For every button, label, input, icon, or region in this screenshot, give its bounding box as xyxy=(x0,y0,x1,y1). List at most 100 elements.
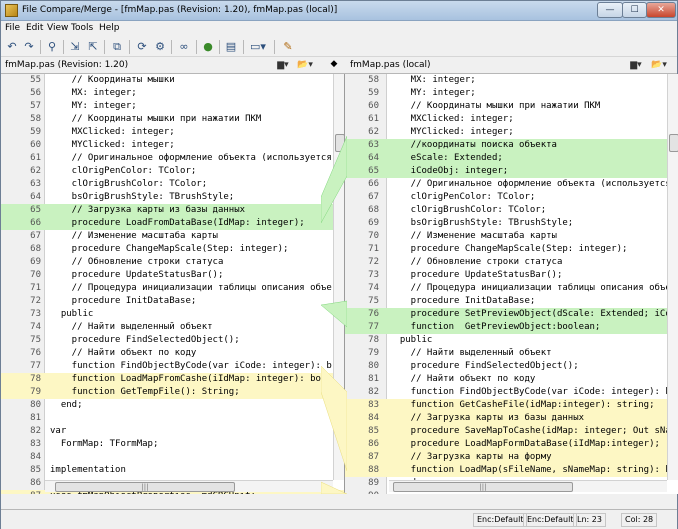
code-line[interactable]: 60 // Координаты мышки при нажатии ПКМ xyxy=(345,100,678,113)
left-save-dropdown[interactable]: ▆▾ xyxy=(273,59,293,71)
code-line[interactable]: 69 // Обновление строки статуса xyxy=(1,256,344,269)
left-hscroll-thumb[interactable]: ||| xyxy=(55,482,235,492)
code-line[interactable]: 73 procedure UpdateStatusBar(); xyxy=(345,269,678,282)
document-icon[interactable]: ▤ xyxy=(223,39,239,55)
right-open-folder-icon[interactable]: 📂▾ xyxy=(649,59,669,71)
title-bar[interactable]: File Compare/Merge - [fmMap.pas (Revisio… xyxy=(1,1,677,21)
code-line[interactable]: 75 procedure FindSelectedObject(); xyxy=(1,334,344,347)
code-line[interactable]: 68 clOrigBrushColor: TColor; xyxy=(345,204,678,217)
find-icon[interactable]: ⚲ xyxy=(44,39,60,55)
code-line[interactable]: 70 procedure UpdateStatusBar(); xyxy=(1,269,344,282)
code-text: clOrigBrushColor: TColor; xyxy=(389,205,547,215)
right-code-pane[interactable]: 58 MX: integer; 59 MY: integer; 60 // Коор… xyxy=(345,74,678,494)
code-line[interactable]: 76 procedure SetPreviewObject(dScale: Ex… xyxy=(345,308,678,321)
code-line[interactable]: 59 MY: integer; xyxy=(345,87,678,100)
code-line[interactable]: 86 procedure LoadMapFormDataBase(iIdMap:… xyxy=(345,438,678,451)
code-line[interactable]: 85 implementation xyxy=(1,464,344,477)
code-line[interactable]: 56 MX: integer; xyxy=(1,87,344,100)
code-line[interactable]: 71 procedure ChangeMapScale(Step: intege… xyxy=(345,243,678,256)
prev-diff-icon[interactable]: ⇱ xyxy=(85,39,101,55)
merge-icon[interactable]: ● xyxy=(200,39,216,55)
menu-view[interactable]: View xyxy=(47,23,68,33)
edit-icon[interactable]: ✎ xyxy=(280,39,296,55)
options-icon[interactable]: ⚙ xyxy=(152,39,168,55)
code-line[interactable]: 72 // Обновление строки статуса xyxy=(345,256,678,269)
code-line[interactable]: 65 iCodeObj: integer; xyxy=(345,165,678,178)
right-hscroll-thumb[interactable]: ||| xyxy=(393,482,573,492)
code-line[interactable]: 79 function GetTempFile(): String; xyxy=(1,386,344,399)
left-code-pane[interactable]: 55 // Координаты мышки 56 MX: integer; 57 … xyxy=(1,74,345,494)
menu-edit[interactable]: Edit xyxy=(26,23,43,33)
menu-help[interactable]: Help xyxy=(99,23,120,33)
code-line[interactable]: 83 function GetCasheFile(idMap:integer):… xyxy=(345,399,678,412)
code-line[interactable]: 82 function FindObjectByCode(var iCode: … xyxy=(345,386,678,399)
right-scroll-thumb[interactable] xyxy=(669,134,678,152)
code-line[interactable]: 63 clOrigBrushColor: TColor; xyxy=(1,178,344,191)
swap-files-icon[interactable]: ◆ xyxy=(328,59,340,69)
code-line[interactable]: 69 bsOrigBrushStyle: TBrushStyle; xyxy=(345,217,678,230)
code-line[interactable]: 81 // Найти объект по коду xyxy=(345,373,678,386)
code-line[interactable]: 74 // Процедура инициализации таблицы оп… xyxy=(345,282,678,295)
code-line[interactable]: 88 function LoadMap(sFileName, sNameMap:… xyxy=(345,464,678,477)
left-open-folder-icon[interactable]: 📂▾ xyxy=(295,59,315,71)
code-line[interactable]: 80 procedure FindSelectedObject(); xyxy=(345,360,678,373)
next-diff-icon[interactable]: ⇲ xyxy=(67,39,83,55)
code-line[interactable]: 87 // Загрузка карты на форму xyxy=(345,451,678,464)
code-line[interactable]: 82 var xyxy=(1,425,344,438)
code-line[interactable]: 58 // Координаты мышки при нажатии ПКМ xyxy=(1,113,344,126)
code-line[interactable]: 77 function FindObjectByCode(var iCode: … xyxy=(1,360,344,373)
code-text: function LoadMapFromCashe(iIdMap: intege… xyxy=(50,374,332,384)
close-button[interactable]: ✕ xyxy=(646,2,676,18)
refresh-icon[interactable]: ⟳ xyxy=(134,39,150,55)
code-line[interactable]: 62 clOrigPenColor: TColor; xyxy=(1,165,344,178)
code-line[interactable]: 62 MYClicked: integer; xyxy=(345,126,678,139)
code-line[interactable]: 74 // Найти выделенный объект xyxy=(1,321,344,334)
code-line[interactable]: 72 procedure InitDataBase; xyxy=(1,295,344,308)
code-line[interactable]: 76 // Найти объект по коду xyxy=(1,347,344,360)
minimize-button[interactable]: — xyxy=(597,2,623,18)
code-line[interactable]: 79 // Найти выделенный объект xyxy=(345,347,678,360)
code-line[interactable]: 55 // Координаты мышки xyxy=(1,74,344,87)
code-line[interactable]: 70 // Изменение масштаба карты xyxy=(345,230,678,243)
code-line[interactable]: 83 FormMap: TFormMap; xyxy=(1,438,344,451)
code-line[interactable]: 59 MXClicked: integer; xyxy=(1,126,344,139)
left-horizontal-scrollbar[interactable]: ||| xyxy=(45,480,333,492)
code-line[interactable]: 57 MY: integer; xyxy=(1,100,344,113)
view-mode-icon[interactable]: ▭▾ xyxy=(247,39,269,55)
undo-icon[interactable]: ↶ xyxy=(4,39,20,55)
right-horizontal-scrollbar[interactable]: ||| xyxy=(389,480,667,492)
code-line[interactable]: 78 function LoadMapFromCashe(iIdMap: int… xyxy=(1,373,344,386)
copy-icon[interactable]: ⧉ xyxy=(109,39,125,55)
code-line[interactable]: 85 procedure SaveMapToCashe(idMap: integ… xyxy=(345,425,678,438)
code-line[interactable]: 61 // Оригинальное оформление объекта (и… xyxy=(1,152,344,165)
code-line[interactable]: 68 procedure ChangeMapScale(Step: intege… xyxy=(1,243,344,256)
menu-file[interactable]: File xyxy=(5,23,20,33)
code-line[interactable]: 66 procedure LoadFromDataBase(IdMap: int… xyxy=(1,217,344,230)
code-line[interactable]: 75 procedure InitDataBase; xyxy=(345,295,678,308)
link-icon[interactable]: ∞ xyxy=(176,39,192,55)
code-line[interactable]: 63 //координаты поиска объекта xyxy=(345,139,678,152)
code-line[interactable]: 80 end; xyxy=(1,399,344,412)
code-line[interactable]: 81 xyxy=(1,412,344,425)
line-number: 84 xyxy=(30,452,41,462)
code-line[interactable]: 60 MYClicked: integer; xyxy=(1,139,344,152)
redo-icon[interactable]: ↷ xyxy=(21,39,37,55)
code-line[interactable]: 78 public xyxy=(345,334,678,347)
maximize-button[interactable]: ☐ xyxy=(622,2,647,18)
code-line[interactable]: 66 // Оригинальное оформление объекта (и… xyxy=(345,178,678,191)
code-line[interactable]: 67 clOrigPenColor: TColor; xyxy=(345,191,678,204)
code-line[interactable]: 71 // Процедура инициализации таблицы оп… xyxy=(1,282,344,295)
code-line[interactable]: 73 public xyxy=(1,308,344,321)
code-line[interactable]: 65 // Загрузка карты из базы данных xyxy=(1,204,344,217)
code-line[interactable]: 58 MX: integer; xyxy=(345,74,678,87)
code-line[interactable]: 84 xyxy=(1,451,344,464)
code-line[interactable]: 67 // Изменение масштаба карты xyxy=(1,230,344,243)
menu-tools[interactable]: Tools xyxy=(71,23,93,33)
code-line[interactable]: 64 bsOrigBrushStyle: TBrushStyle; xyxy=(1,191,344,204)
code-line[interactable]: 77 function GetPreviewObject:boolean; xyxy=(345,321,678,334)
right-save-dropdown[interactable]: ▆▾ xyxy=(626,59,646,71)
code-line[interactable]: 61 MXClicked: integer; xyxy=(345,113,678,126)
code-line[interactable]: 64 eScale: Extended; xyxy=(345,152,678,165)
code-line[interactable]: 84 // Загрузка карты из базы данных xyxy=(345,412,678,425)
right-vertical-scrollbar[interactable] xyxy=(667,74,678,480)
